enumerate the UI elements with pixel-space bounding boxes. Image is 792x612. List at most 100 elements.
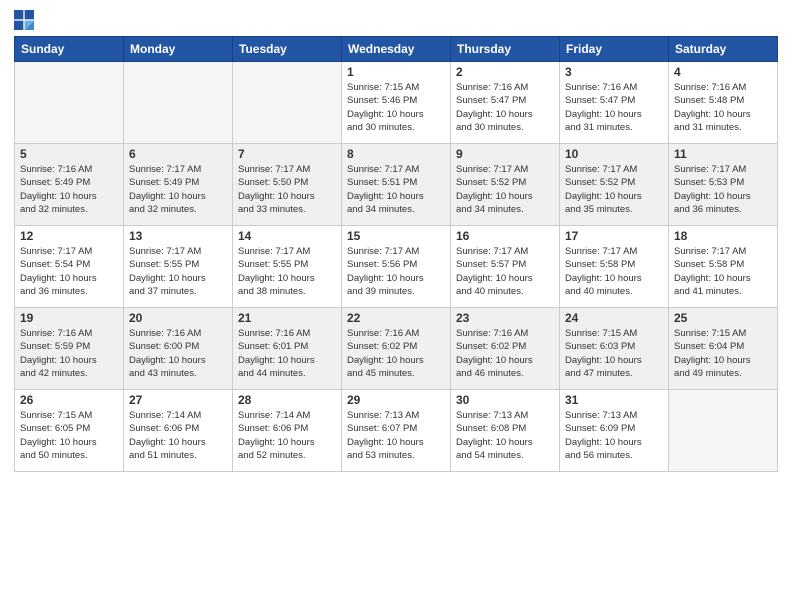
cell-day-number: 27 — [129, 393, 227, 407]
cell-info-text: Sunrise: 7:17 AM Sunset: 5:57 PM Dayligh… — [456, 245, 554, 298]
calendar-cell — [233, 62, 342, 144]
calendar-cell — [669, 390, 778, 472]
cell-day-number: 24 — [565, 311, 663, 325]
cell-info-text: Sunrise: 7:17 AM Sunset: 5:55 PM Dayligh… — [238, 245, 336, 298]
cell-info-text: Sunrise: 7:16 AM Sunset: 6:02 PM Dayligh… — [456, 327, 554, 380]
cell-day-number: 22 — [347, 311, 445, 325]
calendar-cell — [124, 62, 233, 144]
cell-info-text: Sunrise: 7:17 AM Sunset: 5:58 PM Dayligh… — [565, 245, 663, 298]
cell-day-number: 21 — [238, 311, 336, 325]
calendar-week-row: 1 Sunrise: 7:15 AM Sunset: 5:46 PM Daylig… — [15, 62, 778, 144]
cell-info-text: Sunrise: 7:17 AM Sunset: 5:55 PM Dayligh… — [129, 245, 227, 298]
header-area — [14, 10, 778, 30]
weekday-header-row: SundayMondayTuesdayWednesdayThursdayFrid… — [15, 37, 778, 62]
calendar-cell: 27 Sunrise: 7:14 AM Sunset: 6:06 PM Dayli… — [124, 390, 233, 472]
cell-day-number: 10 — [565, 147, 663, 161]
weekday-header-thursday: Thursday — [451, 37, 560, 62]
cell-day-number: 15 — [347, 229, 445, 243]
calendar-cell: 28 Sunrise: 7:14 AM Sunset: 6:06 PM Dayli… — [233, 390, 342, 472]
cell-day-number: 26 — [20, 393, 118, 407]
cell-info-text: Sunrise: 7:17 AM Sunset: 5:53 PM Dayligh… — [674, 163, 772, 216]
cell-info-text: Sunrise: 7:15 AM Sunset: 6:03 PM Dayligh… — [565, 327, 663, 380]
calendar-week-row: 19 Sunrise: 7:16 AM Sunset: 5:59 PM Dayli… — [15, 308, 778, 390]
calendar-cell: 5Sunrise: 7:16 AM Sunset: 5:49 PM Daylig… — [15, 144, 124, 226]
cell-day-number: 31 — [565, 393, 663, 407]
calendar-cell: 16 Sunrise: 7:17 AM Sunset: 5:57 PM Dayli… — [451, 226, 560, 308]
cell-info-text: Sunrise: 7:17 AM Sunset: 5:49 PM Dayligh… — [129, 163, 227, 216]
cell-info-text: Sunrise: 7:17 AM Sunset: 5:51 PM Dayligh… — [347, 163, 445, 216]
cell-day-number: 12 — [20, 229, 118, 243]
cell-day-number: 16 — [456, 229, 554, 243]
calendar-cell: 3 Sunrise: 7:16 AM Sunset: 5:47 PM Daylig… — [560, 62, 669, 144]
cell-day-number: 30 — [456, 393, 554, 407]
cell-info-text: Sunrise: 7:17 AM Sunset: 5:58 PM Dayligh… — [674, 245, 772, 298]
cell-day-number: 6 — [129, 147, 227, 161]
cell-day-number: 23 — [456, 311, 554, 325]
calendar-cell: 13Sunrise: 7:17 AM Sunset: 5:55 PM Dayli… — [124, 226, 233, 308]
cell-day-number: 28 — [238, 393, 336, 407]
cell-info-text: Sunrise: 7:13 AM Sunset: 6:07 PM Dayligh… — [347, 409, 445, 462]
cell-info-text: Sunrise: 7:17 AM Sunset: 5:50 PM Dayligh… — [238, 163, 336, 216]
weekday-header-monday: Monday — [124, 37, 233, 62]
cell-day-number: 3 — [565, 65, 663, 79]
calendar-cell: 2Sunrise: 7:16 AM Sunset: 5:47 PM Daylig… — [451, 62, 560, 144]
calendar-table: SundayMondayTuesdayWednesdayThursdayFrid… — [14, 36, 778, 472]
cell-info-text: Sunrise: 7:17 AM Sunset: 5:52 PM Dayligh… — [456, 163, 554, 216]
cell-info-text: Sunrise: 7:14 AM Sunset: 6:06 PM Dayligh… — [129, 409, 227, 462]
cell-day-number: 29 — [347, 393, 445, 407]
cell-day-number: 18 — [674, 229, 772, 243]
calendar-cell: 12Sunrise: 7:17 AM Sunset: 5:54 PM Dayli… — [15, 226, 124, 308]
calendar-cell: 1 Sunrise: 7:15 AM Sunset: 5:46 PM Daylig… — [342, 62, 451, 144]
cell-info-text: Sunrise: 7:16 AM Sunset: 5:59 PM Dayligh… — [20, 327, 118, 380]
cell-day-number: 14 — [238, 229, 336, 243]
cell-info-text: Sunrise: 7:16 AM Sunset: 6:02 PM Dayligh… — [347, 327, 445, 380]
cell-info-text: Sunrise: 7:15 AM Sunset: 6:05 PM Dayligh… — [20, 409, 118, 462]
cell-day-number: 1 — [347, 65, 445, 79]
calendar-cell: 14 Sunrise: 7:17 AM Sunset: 5:55 PM Dayli… — [233, 226, 342, 308]
cell-info-text: Sunrise: 7:15 AM Sunset: 6:04 PM Dayligh… — [674, 327, 772, 380]
calendar-cell — [15, 62, 124, 144]
calendar-cell: 19 Sunrise: 7:16 AM Sunset: 5:59 PM Dayli… — [15, 308, 124, 390]
calendar-week-row: 26 Sunrise: 7:15 AM Sunset: 6:05 PM Dayli… — [15, 390, 778, 472]
cell-info-text: Sunrise: 7:17 AM Sunset: 5:52 PM Dayligh… — [565, 163, 663, 216]
calendar-cell: 11Sunrise: 7:17 AM Sunset: 5:53 PM Dayli… — [669, 144, 778, 226]
cell-day-number: 8 — [347, 147, 445, 161]
calendar-cell: 23 Sunrise: 7:16 AM Sunset: 6:02 PM Dayli… — [451, 308, 560, 390]
cell-day-number: 2 — [456, 65, 554, 79]
calendar-cell: 29 Sunrise: 7:13 AM Sunset: 6:07 PM Dayli… — [342, 390, 451, 472]
calendar-cell: 20Sunrise: 7:16 AM Sunset: 6:00 PM Dayli… — [124, 308, 233, 390]
cell-info-text: Sunrise: 7:13 AM Sunset: 6:08 PM Dayligh… — [456, 409, 554, 462]
cell-info-text: Sunrise: 7:16 AM Sunset: 5:49 PM Dayligh… — [20, 163, 118, 216]
weekday-header-sunday: Sunday — [15, 37, 124, 62]
calendar-cell: 25 Sunrise: 7:15 AM Sunset: 6:04 PM Dayli… — [669, 308, 778, 390]
cell-info-text: Sunrise: 7:16 AM Sunset: 6:01 PM Dayligh… — [238, 327, 336, 380]
cell-day-number: 19 — [20, 311, 118, 325]
calendar-cell: 21 Sunrise: 7:16 AM Sunset: 6:01 PM Dayli… — [233, 308, 342, 390]
calendar-cell: 17 Sunrise: 7:17 AM Sunset: 5:58 PM Dayli… — [560, 226, 669, 308]
calendar-cell: 6 Sunrise: 7:17 AM Sunset: 5:49 PM Daylig… — [124, 144, 233, 226]
page: SundayMondayTuesdayWednesdayThursdayFrid… — [0, 0, 792, 612]
calendar-cell: 31 Sunrise: 7:13 AM Sunset: 6:09 PM Dayli… — [560, 390, 669, 472]
cell-info-text: Sunrise: 7:15 AM Sunset: 5:46 PM Dayligh… — [347, 81, 445, 134]
cell-info-text: Sunrise: 7:14 AM Sunset: 6:06 PM Dayligh… — [238, 409, 336, 462]
calendar-cell: 30 Sunrise: 7:13 AM Sunset: 6:08 PM Dayli… — [451, 390, 560, 472]
cell-info-text: Sunrise: 7:16 AM Sunset: 5:47 PM Dayligh… — [565, 81, 663, 134]
logo — [14, 10, 38, 30]
cell-day-number: 25 — [674, 311, 772, 325]
cell-day-number: 17 — [565, 229, 663, 243]
calendar-cell: 10 Sunrise: 7:17 AM Sunset: 5:52 PM Dayli… — [560, 144, 669, 226]
calendar-cell: 26 Sunrise: 7:15 AM Sunset: 6:05 PM Dayli… — [15, 390, 124, 472]
calendar-cell: 9 Sunrise: 7:17 AM Sunset: 5:52 PM Daylig… — [451, 144, 560, 226]
calendar-week-row: 5Sunrise: 7:16 AM Sunset: 5:49 PM Daylig… — [15, 144, 778, 226]
cell-day-number: 7 — [238, 147, 336, 161]
cell-info-text: Sunrise: 7:13 AM Sunset: 6:09 PM Dayligh… — [565, 409, 663, 462]
cell-day-number: 9 — [456, 147, 554, 161]
calendar-cell: 22 Sunrise: 7:16 AM Sunset: 6:02 PM Dayli… — [342, 308, 451, 390]
calendar-cell: 18 Sunrise: 7:17 AM Sunset: 5:58 PM Dayli… — [669, 226, 778, 308]
calendar-cell: 7 Sunrise: 7:17 AM Sunset: 5:50 PM Daylig… — [233, 144, 342, 226]
weekday-header-tuesday: Tuesday — [233, 37, 342, 62]
cell-day-number: 4 — [674, 65, 772, 79]
calendar-week-row: 12Sunrise: 7:17 AM Sunset: 5:54 PM Dayli… — [15, 226, 778, 308]
calendar-cell: 8 Sunrise: 7:17 AM Sunset: 5:51 PM Daylig… — [342, 144, 451, 226]
weekday-header-wednesday: Wednesday — [342, 37, 451, 62]
